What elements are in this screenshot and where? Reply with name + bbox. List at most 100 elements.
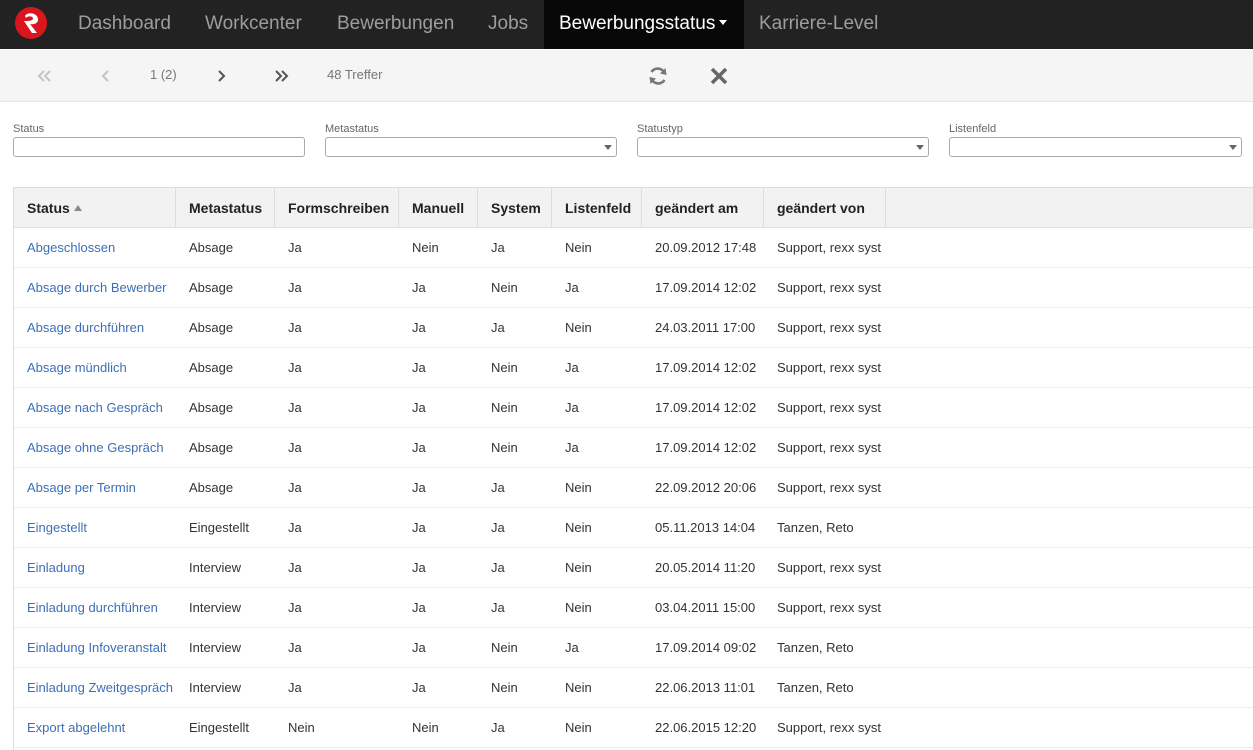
table-row[interactable]: Absage nach Gespräch Absage Ja Ja Nein Ja 17.0…: [14, 388, 1253, 428]
cell-listenfeld: Nein: [565, 480, 592, 495]
cell-geaendert-von: Support, rexx syst: [777, 440, 882, 455]
cell-system: Nein: [491, 360, 518, 375]
cell-geaendert-von: Support, rexx syst: [777, 400, 882, 415]
filter-metastatus-select[interactable]: [325, 137, 617, 157]
column-header-label: geändert am: [655, 200, 739, 216]
cell-manuell: Ja: [412, 320, 426, 335]
status-link[interactable]: Absage durch Bewerber: [14, 268, 176, 308]
next-page-icon[interactable]: [210, 64, 234, 88]
status-link[interactable]: Einladung Zweitgespräch: [14, 668, 176, 708]
cell-metastatus: Absage: [189, 440, 234, 455]
table-row[interactable]: Einladung Infoveranstalt Interview Ja Ja Nei…: [14, 628, 1253, 668]
status-link[interactable]: Absage mündlich: [14, 348, 176, 388]
column-header-label: Status: [27, 200, 70, 216]
cell-metastatus: Absage: [189, 400, 234, 415]
cell-system: Ja: [491, 480, 505, 495]
refresh-icon[interactable]: [646, 64, 670, 88]
cell-metastatus: Absage: [189, 280, 234, 295]
column-header-manuell[interactable]: Manuell: [399, 188, 478, 228]
nav-bewerbungsstatus[interactable]: Bewerbungsstatus: [544, 0, 744, 49]
cell-manuell: Ja: [412, 280, 426, 295]
cell-geaendert-von: Support, rexx syst: [777, 480, 882, 495]
prev-page-icon[interactable]: [94, 64, 118, 88]
status-link[interactable]: Export abgelehnt: [14, 708, 176, 748]
table-row[interactable]: Export abgelehnt Eingestellt Nein Nein Ja Nei…: [14, 708, 1253, 748]
cell-system: Ja: [491, 320, 505, 335]
cell-geaendert-am: 17.09.2014 12:02: [655, 360, 757, 375]
status-link[interactable]: Eingestellt: [14, 508, 176, 548]
nav-bewerbungsstatus-label: Bewerbungsstatus: [559, 13, 716, 34]
hits-count: 48 Treffer: [327, 67, 383, 82]
nav-jobs[interactable]: Jobs: [488, 0, 528, 49]
nav-dashboard[interactable]: Dashboard: [78, 0, 171, 49]
logo-icon[interactable]: [15, 7, 47, 39]
table-row[interactable]: Absage per Termin Absage Ja Ja Ja Nein 22.09.2…: [14, 468, 1253, 508]
filter-statustyp-select[interactable]: [637, 137, 929, 157]
cell-geaendert-am: 03.04.2011 15:00: [655, 600, 756, 615]
cell-manuell: Ja: [412, 360, 426, 375]
cell-formschreiben: Ja: [288, 400, 302, 415]
cell-geaendert-von: Support, rexx syst: [777, 240, 882, 255]
first-page-icon[interactable]: [32, 64, 56, 88]
cell-geaendert-am: 05.11.2013 14:04: [655, 520, 756, 535]
column-header-geaendert-am[interactable]: geändert am: [642, 188, 764, 228]
cell-formschreiben: Ja: [288, 480, 302, 495]
sort-asc-icon: [73, 204, 82, 211]
cell-listenfeld: Nein: [565, 240, 592, 255]
cell-metastatus: Absage: [189, 480, 234, 495]
table-row[interactable]: Abgeschlossen Absage Ja Nein Ja Nein 20.09.201…: [14, 228, 1253, 268]
cell-formschreiben: Nein: [288, 720, 315, 735]
cell-geaendert-am: 20.05.2014 11:20: [655, 560, 756, 575]
filter-status-input[interactable]: [13, 137, 305, 157]
nav-karriere-level[interactable]: Karriere-Level: [759, 0, 878, 49]
cell-manuell: Nein: [412, 720, 439, 735]
cell-geaendert-von: Support, rexx syst: [777, 560, 882, 575]
column-header-listenfeld[interactable]: Listenfeld: [552, 188, 642, 228]
cell-formschreiben: Ja: [288, 600, 302, 615]
column-header-metastatus[interactable]: Metastatus: [176, 188, 275, 228]
filter-listenfeld-select[interactable]: [949, 137, 1242, 157]
cell-manuell: Ja: [412, 400, 426, 415]
table-row[interactable]: Absage mündlich Absage Ja Ja Nein Ja 17.09.201…: [14, 348, 1253, 388]
column-header-label: Metastatus: [189, 200, 263, 216]
cell-listenfeld: Nein: [565, 320, 592, 335]
cell-geaendert-am: 17.09.2014 12:02: [655, 280, 757, 295]
cell-system: Ja: [491, 240, 505, 255]
close-icon[interactable]: [707, 64, 731, 88]
status-link[interactable]: Einladung durchführen: [14, 588, 176, 628]
cell-formschreiben: Ja: [288, 640, 302, 655]
status-link[interactable]: Absage nach Gespräch: [14, 388, 176, 428]
cell-system: Nein: [491, 440, 518, 455]
status-link[interactable]: Absage ohne Gespräch: [14, 428, 176, 468]
status-link[interactable]: Absage per Termin: [14, 468, 176, 508]
table-row[interactable]: Einladung Interview Ja Ja Ja Nein 20.05.2014 1…: [14, 548, 1253, 588]
nav-bewerbungen[interactable]: Bewerbungen: [337, 0, 454, 49]
table-row[interactable]: Eingestellt Eingestellt Ja Ja Ja Nein 05.11.20…: [14, 508, 1253, 548]
cell-geaendert-von: Support, rexx syst: [777, 600, 882, 615]
table-row[interactable]: Absage durch Bewerber Absage Ja Ja Nein Ja 17.…: [14, 268, 1253, 308]
status-link[interactable]: Einladung: [14, 548, 176, 588]
last-page-icon[interactable]: [270, 64, 294, 88]
table-row[interactable]: Einladung Zweitgespräch Interview Ja Ja Nein…: [14, 668, 1253, 708]
table-row[interactable]: Absage durchführen Absage Ja Ja Ja Nein 24.03.…: [14, 308, 1253, 348]
cell-geaendert-am: 24.03.2011 17:00: [655, 320, 756, 335]
column-header-geaendert-von[interactable]: geändert von: [764, 188, 886, 228]
cell-listenfeld: Nein: [565, 720, 592, 735]
table-row[interactable]: Absage ohne Gespräch Absage Ja Ja Nein Ja 17.0…: [14, 428, 1253, 468]
page-indicator: 1 (2): [150, 67, 177, 82]
cell-geaendert-am: 22.06.2013 11:01: [655, 680, 756, 695]
nav-workcenter[interactable]: Workcenter: [205, 0, 302, 49]
column-header-label: Manuell: [412, 200, 465, 216]
cell-geaendert-am: 22.09.2012 20:06: [655, 480, 757, 495]
column-header-system[interactable]: System: [478, 188, 552, 228]
status-link[interactable]: Abgeschlossen: [14, 228, 176, 268]
column-header-status[interactable]: Status: [14, 188, 176, 228]
status-link[interactable]: Absage durchführen: [14, 308, 176, 348]
status-link[interactable]: Einladung Infoveranstalt: [14, 628, 176, 668]
cell-manuell: Ja: [412, 520, 426, 535]
column-header-formschreiben[interactable]: Formschreiben: [275, 188, 399, 228]
column-header-label: System: [491, 200, 541, 216]
cell-geaendert-am: 22.06.2015 12:20: [655, 720, 757, 735]
cell-geaendert-am: 20.09.2012 17:48: [655, 240, 757, 255]
table-row[interactable]: Einladung durchführen Interview Ja Ja Ja Nein…: [14, 588, 1253, 628]
